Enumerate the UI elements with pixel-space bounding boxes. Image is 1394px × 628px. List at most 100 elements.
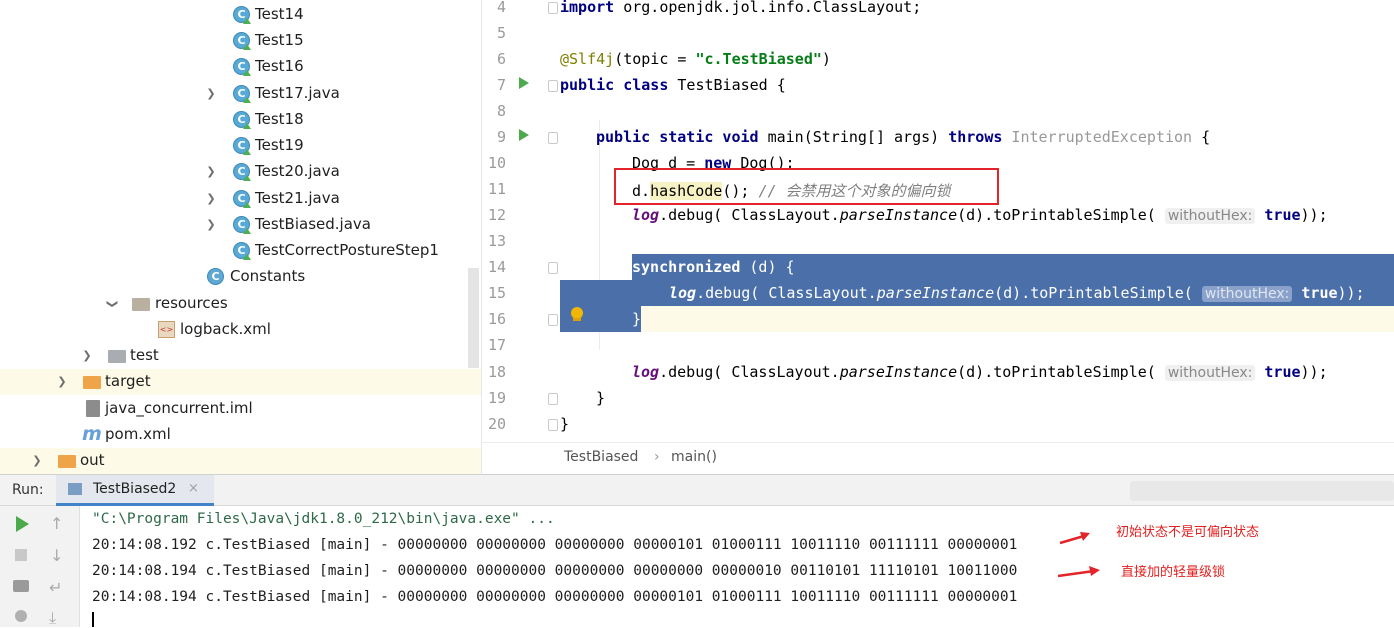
code-text: } [560, 415, 570, 433]
tree-item-test19[interactable]: C Test19 [0, 133, 481, 159]
java-class-icon: C [233, 190, 251, 208]
tree-item-label: target [105, 372, 151, 390]
line-number: 14 [487, 258, 506, 276]
chevron-right-icon[interactable]: ❯ [206, 218, 216, 232]
code-text: log.debug( ClassLayout.parseInstance(d).… [632, 363, 1328, 381]
arrow-up-icon[interactable]: ↑ [50, 514, 63, 533]
fold-marker-icon[interactable] [548, 314, 558, 326]
text-cursor [92, 612, 94, 627]
code-line-12[interactable]: 12 log.debug( ClassLayout.parseInstance(… [482, 202, 1394, 228]
tree-item-test21[interactable]: ❯ C Test21.java [0, 186, 481, 212]
tree-scrollbar[interactable] [468, 268, 479, 368]
breadcrumb-method[interactable]: main() [671, 449, 717, 465]
chevron-right-icon[interactable]: ❯ [32, 454, 42, 468]
tree-item-iml[interactable]: java_concurrent.iml [0, 396, 481, 422]
console-line: 20:14:08.194 c.TestBiased [main] - 00000… [92, 589, 1018, 605]
parameter-hint: withoutHex: [1164, 208, 1256, 224]
code-line-20[interactable]: 20 } [482, 411, 1394, 437]
tree-item-test18[interactable]: C Test18 [0, 107, 481, 133]
code-line-9[interactable]: 9 public static void main(String[] args)… [482, 124, 1394, 150]
project-tree: C Test14 C Test15 C Test16 ❯ C Test17.ja… [0, 0, 481, 474]
chevron-right-icon[interactable]: ❯ [206, 165, 216, 179]
code-line-5[interactable]: 5 [482, 20, 1394, 46]
settings-icon[interactable] [15, 610, 27, 622]
tree-item-logback-xml[interactable]: <> logback.xml [0, 317, 481, 343]
line-number: 8 [496, 102, 506, 120]
camera-icon[interactable] [13, 580, 29, 592]
chevron-right-icon[interactable]: ❯ [57, 375, 67, 389]
java-class-icon: C [233, 216, 251, 234]
tree-item-label: java_concurrent.iml [105, 399, 253, 417]
java-class-icon: C [233, 6, 251, 24]
close-icon[interactable]: × [188, 481, 199, 496]
run-method-icon[interactable] [519, 129, 529, 141]
line-number: 5 [496, 24, 506, 42]
chevron-right-icon[interactable]: ❯ [206, 192, 216, 206]
tree-item-label: Test16 [255, 57, 304, 75]
fold-marker-icon[interactable] [548, 393, 558, 405]
chevron-right-icon[interactable]: ❯ [82, 349, 92, 363]
code-line-14[interactable]: 14 synchronized (d) { [482, 254, 1394, 280]
tree-item-label: TestBiased.java [255, 215, 371, 233]
rerun-icon[interactable] [16, 516, 29, 532]
java-class-icon: C [207, 268, 224, 285]
tree-item-test-folder[interactable]: ❯ test [0, 343, 481, 369]
code-line-16[interactable]: 16 } [482, 306, 1394, 332]
code-line-19[interactable]: 19 } [482, 385, 1394, 411]
code-line-17[interactable]: 17 [482, 332, 1394, 358]
code-line-15[interactable]: 15 log.debug( ClassLayout.parseInstance(… [482, 280, 1394, 306]
tree-item-testbiased[interactable]: ❯ C TestBiased.java [0, 212, 481, 238]
run-console[interactable]: ↑ ↓ ↵ ⤓ "C:\Program Files\Java\jdk1.8.0_… [0, 506, 1394, 627]
tree-item-label: out [80, 451, 105, 469]
run-class-icon[interactable] [519, 77, 529, 89]
breadcrumb-class[interactable]: TestBiased [564, 449, 638, 465]
tree-item-resources[interactable]: ❯ resources [0, 291, 481, 317]
tree-item-test14[interactable]: C Test14 [0, 2, 481, 28]
tree-item-test20[interactable]: ❯ C Test20.java [0, 159, 481, 185]
line-number: 15 [487, 284, 506, 302]
stop-icon[interactable] [15, 549, 27, 561]
tree-item-test15[interactable]: C Test15 [0, 28, 481, 54]
fold-marker-icon[interactable] [548, 132, 558, 144]
code-line-18[interactable]: 18 log.debug( ClassLayout.parseInstance(… [482, 359, 1394, 385]
tree-item-test16[interactable]: C Test16 [0, 54, 481, 80]
tree-item-label: Test14 [255, 5, 304, 23]
fold-marker-icon[interactable] [548, 80, 558, 92]
chevron-down-icon[interactable]: ❯ [105, 299, 119, 309]
code-editor[interactable]: 4 import org.openjdk.jol.info.ClassLayou… [482, 0, 1394, 474]
fold-marker-icon[interactable] [548, 262, 558, 274]
java-class-icon: C [233, 85, 251, 103]
code-text: public static void main(String[] args) t… [596, 128, 1211, 146]
soft-wrap-icon[interactable]: ↵ [49, 578, 62, 597]
tree-item-pom[interactable]: m pom.xml [0, 422, 481, 448]
run-tab-label: TestBiased2 [93, 481, 177, 497]
folder-icon [108, 350, 126, 363]
tree-item-test17[interactable]: ❯ C Test17.java [0, 81, 481, 107]
folder-icon [83, 376, 101, 389]
code-line-13[interactable]: 13 [482, 228, 1394, 254]
run-tab[interactable]: TestBiased2 × [56, 475, 214, 506]
tree-item-constants[interactable]: C Constants [0, 264, 481, 290]
code-line-7[interactable]: 7 public class TestBiased { [482, 72, 1394, 98]
line-number: 18 [487, 363, 506, 381]
red-arrow-icon [1059, 532, 1090, 545]
tree-item-testcorrectposturestep1[interactable]: C TestCorrectPostureStep1 [0, 238, 481, 264]
code-line-6[interactable]: 6 @Slf4j(topic = "c.TestBiased") [482, 46, 1394, 72]
chevron-right-icon[interactable]: ❯ [206, 87, 216, 101]
line-number: 17 [487, 336, 506, 354]
tree-item-target[interactable]: ❯ target [0, 369, 481, 395]
arrow-down-icon[interactable]: ↓ [50, 546, 63, 565]
fold-marker-icon[interactable] [548, 419, 558, 431]
console-line: 20:14:08.194 c.TestBiased [main] - 00000… [92, 563, 1018, 579]
line-number: 16 [487, 310, 506, 328]
fold-marker-icon[interactable] [548, 2, 558, 14]
scroll-to-end-icon[interactable]: ⤓ [49, 608, 56, 628]
lightbulb-base [573, 318, 581, 321]
tree-item-out[interactable]: ❯ out [0, 448, 481, 474]
annotation-highlight-box [614, 168, 999, 205]
breadcrumb: TestBiased › main() [482, 442, 1394, 474]
resources-folder-icon [132, 298, 150, 311]
code-line-8[interactable]: 8 [482, 98, 1394, 124]
line-number: 13 [487, 232, 506, 250]
code-line-4[interactable]: 4 import org.openjdk.jol.info.ClassLayou… [482, 0, 1394, 20]
